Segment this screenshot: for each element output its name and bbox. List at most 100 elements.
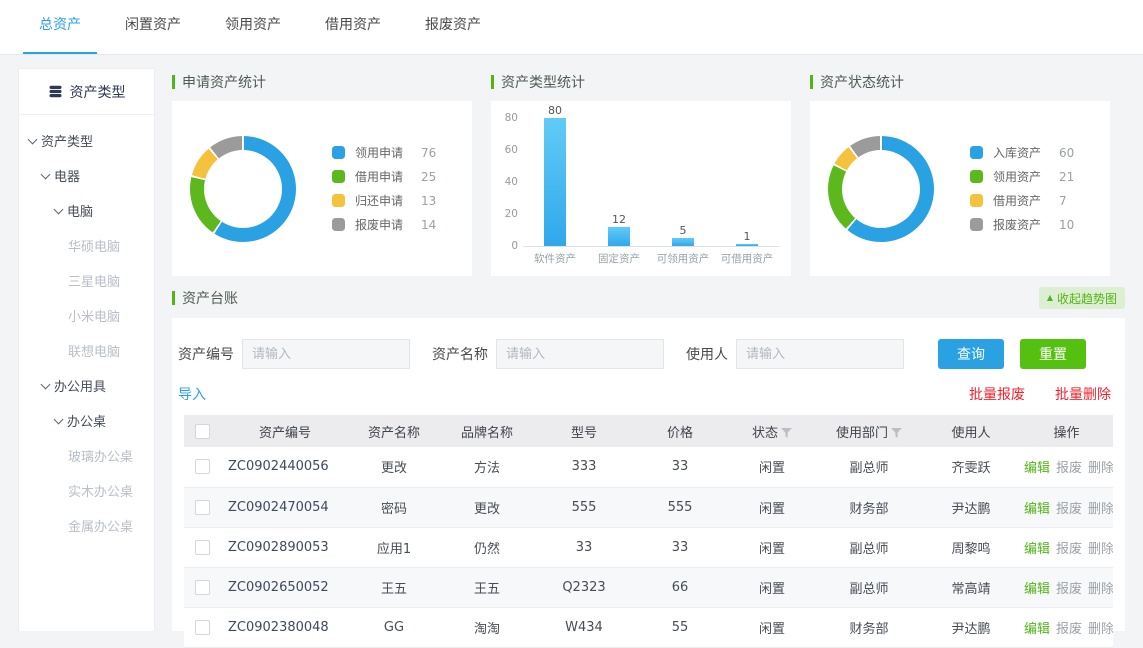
user-input[interactable] [736, 339, 904, 369]
cell-user: 齐雯跃 [922, 447, 1020, 487]
edit-link[interactable]: 编辑 [1024, 582, 1050, 597]
y-axis-tick: 0 [511, 240, 518, 252]
cell-asset-name: GG [350, 607, 438, 647]
row-checkbox[interactable] [195, 500, 210, 515]
table-toolbar: 导入 批量报废 批量删除 [172, 369, 1125, 404]
bar[interactable] [544, 118, 566, 246]
tree-item-label: 小米电脑 [68, 306, 120, 325]
edit-link[interactable]: 编辑 [1024, 502, 1050, 517]
edit-link[interactable]: 编辑 [1024, 622, 1050, 637]
column-header-4: 型号 [536, 415, 632, 447]
row-select-cell [184, 487, 220, 527]
bar[interactable] [608, 227, 630, 246]
tree-item-label: 实木办公桌 [68, 481, 133, 500]
cell-asset-no: ZC0902890053 [220, 527, 350, 567]
tree-item-6[interactable]: 小米电脑 [19, 298, 154, 333]
cell-model: 33 [536, 527, 632, 567]
tree-item-label: 办公桌 [67, 411, 106, 430]
filter-icon[interactable] [891, 428, 902, 438]
import-link[interactable]: 导入 [178, 384, 206, 404]
legend-item[interactable]: 报废资产10 [970, 216, 1074, 233]
delete-link[interactable]: 删除 [1088, 461, 1113, 476]
legend-item[interactable]: 入库资产60 [970, 144, 1074, 161]
tree-item-4[interactable]: 华硕电脑 [19, 228, 154, 263]
cell-price: 66 [632, 567, 728, 607]
edit-link[interactable]: 编辑 [1024, 542, 1050, 557]
batch-scrap-link[interactable]: 批量报废 [969, 384, 1025, 404]
row-checkbox[interactable] [195, 540, 210, 555]
tab-2[interactable]: 闲置资产 [109, 0, 197, 54]
tree-item-9[interactable]: 办公桌 [19, 403, 154, 438]
legend-item[interactable]: 借用申请25 [332, 168, 436, 185]
tree-item-3[interactable]: 电脑 [19, 193, 154, 228]
select-all-checkbox[interactable] [195, 424, 210, 439]
tab-3[interactable]: 领用资产 [209, 0, 297, 54]
chevron-down-icon [41, 169, 51, 179]
row-checkbox[interactable] [195, 620, 210, 635]
collapse-trend-button[interactable]: ▲ 收起趋势图 [1039, 287, 1125, 309]
cell-user: 周黎鸣 [922, 527, 1020, 567]
apply-asset-stats-card: 领用申请76 借用申请25 归还申请13 报废申请14 [172, 101, 472, 276]
column-header-label: 使用人 [951, 426, 990, 441]
cell-asset-name: 应用1 [350, 527, 438, 567]
bar[interactable] [672, 238, 694, 246]
delete-link[interactable]: 删除 [1088, 622, 1113, 637]
tree-item-11[interactable]: 实木办公桌 [19, 473, 154, 508]
filters: 资产编号资产名称使用人 [178, 339, 926, 369]
row-checkbox[interactable] [195, 580, 210, 595]
scrap-link[interactable]: 报废 [1056, 622, 1082, 637]
tree-item-5[interactable]: 三星电脑 [19, 263, 154, 298]
delete-link[interactable]: 删除 [1088, 502, 1113, 517]
bar-value-label: 5 [680, 224, 687, 237]
bar[interactable] [736, 244, 758, 246]
legend-item[interactable]: 领用资产21 [970, 168, 1074, 185]
cell-brand: 更改 [438, 487, 536, 527]
column-header-label: 操作 [1053, 426, 1079, 441]
tree-item-8[interactable]: 办公用具 [19, 368, 154, 403]
column-header-5: 价格 [632, 415, 728, 447]
row-actions-cell: 编辑报废删除 [1020, 567, 1113, 607]
asset-no-input[interactable] [242, 339, 410, 369]
cell-brand: 王五 [438, 567, 536, 607]
batch-delete-link[interactable]: 批量删除 [1055, 384, 1111, 404]
legend-item[interactable]: 归还申请13 [332, 192, 436, 209]
legend-item[interactable]: 报废申请14 [332, 216, 436, 233]
collapse-button-label: 收起趋势图 [1057, 290, 1117, 307]
scrap-link[interactable]: 报废 [1056, 542, 1082, 557]
scrap-link[interactable]: 报废 [1056, 582, 1082, 597]
tab-4[interactable]: 借用资产 [309, 0, 397, 54]
asset-name-input[interactable] [496, 339, 664, 369]
tree-item-label: 华硕电脑 [68, 236, 120, 255]
edit-link[interactable]: 编辑 [1024, 461, 1050, 476]
search-button[interactable]: 查询 [938, 339, 1004, 369]
legend-item[interactable]: 领用申请76 [332, 144, 436, 161]
table-row: ZC0902890053应用1仍然3333闲置副总师周黎鸣编辑报废删除 [184, 527, 1113, 567]
delete-link[interactable]: 删除 [1088, 582, 1113, 597]
x-axis-label: 固定资产 [587, 247, 651, 266]
section-marker [491, 75, 494, 89]
tree-item-12[interactable]: 金属办公桌 [19, 508, 154, 543]
tree-item-1[interactable]: 资产类型 [19, 123, 154, 158]
tree-item-7[interactable]: 联想电脑 [19, 333, 154, 368]
user-filter: 使用人 [686, 339, 904, 369]
legend-label: 入库资产 [993, 144, 1059, 161]
user-label: 使用人 [686, 344, 728, 364]
cell-status: 闲置 [728, 447, 816, 487]
tab-1[interactable]: 总资产 [23, 0, 97, 54]
tree-item-2[interactable]: 电器 [19, 158, 154, 193]
filter-icon[interactable] [781, 428, 792, 438]
row-checkbox[interactable] [195, 459, 210, 474]
scrap-link[interactable]: 报废 [1056, 461, 1082, 476]
legend-swatch [970, 170, 983, 183]
legend-value: 60 [1059, 146, 1074, 160]
scrap-link[interactable]: 报废 [1056, 502, 1082, 517]
reset-button[interactable]: 重置 [1020, 339, 1086, 369]
tab-5[interactable]: 报废资产 [409, 0, 497, 54]
tree-item-10[interactable]: 玻璃办公桌 [19, 438, 154, 473]
select-all-column [184, 415, 220, 447]
column-header-label: 资产名称 [368, 426, 420, 441]
donut-chart [190, 136, 296, 242]
column-header-3: 品牌名称 [438, 415, 536, 447]
delete-link[interactable]: 删除 [1088, 542, 1113, 557]
legend-item[interactable]: 借用资产7 [970, 192, 1074, 209]
